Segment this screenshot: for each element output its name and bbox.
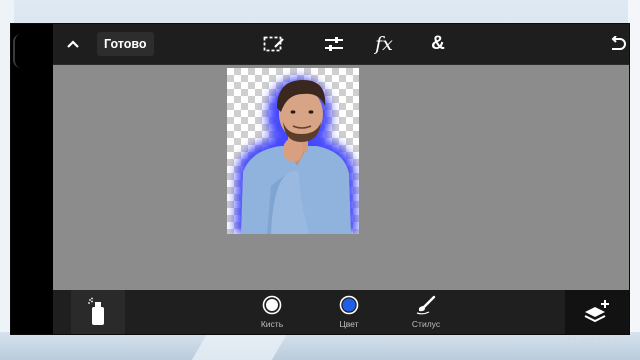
selection-tool-button[interactable] [259,24,289,64]
undo-button[interactable] [605,24,629,64]
fx-icon: fx [375,33,393,55]
color-tool[interactable]: Цвет [319,292,379,334]
adjustments-icon [325,37,343,51]
stylus-tool-label: Стилус [411,319,441,329]
chevron-up-icon [67,40,79,48]
color-dot-icon [339,295,359,315]
top-toolbar: Готово fx & [53,24,629,65]
background-floor-stripe [191,332,289,360]
spray-bottle-icon [88,297,104,325]
collapse-button[interactable] [59,24,87,64]
phone-edge [13,34,23,68]
blend-icon: & [431,33,445,54]
phone-screen: Готово fx & Кисть Цвет Стилус [11,24,629,334]
color-tool-label: Цвет [339,319,359,329]
effects-button[interactable]: fx [369,24,399,64]
layer-style-button[interactable] [71,290,125,334]
layers-add-icon [584,300,609,323]
background-wall-right [628,0,640,360]
stylus-icon [416,295,436,315]
canvas-area[interactable] [53,65,629,290]
undo-icon [611,36,626,50]
portrait-image [235,78,357,234]
background-floor [0,332,640,360]
adjustments-button[interactable] [319,24,349,64]
watermark-text: ALPHA-I [566,336,611,347]
stylus-tool[interactable]: Стилус [396,292,456,334]
selection-edit-icon [263,36,284,52]
layers-button[interactable] [565,290,629,334]
done-button[interactable]: Готово [97,32,154,56]
brush-circle-icon [262,295,282,315]
bottom-toolbar: Кисть Цвет Стилус [53,290,629,334]
brush-tool-label: Кисть [260,319,284,329]
brush-tool[interactable]: Кисть [242,292,302,334]
blend-button[interactable]: & [423,24,453,64]
phone-bezel [11,24,53,334]
photo-layer[interactable] [227,68,359,234]
